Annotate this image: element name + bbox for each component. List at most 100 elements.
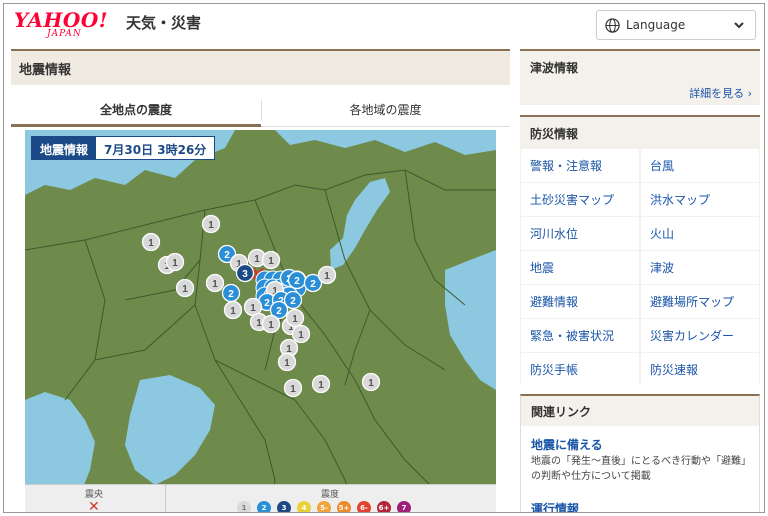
main-content: 地震情報 全地点の震度 各地域の震度 1 1 1 1 1 1 2 1 1 3 1…: [11, 49, 510, 513]
section-header: 地震情報: [11, 49, 510, 85]
bousai-link[interactable]: 警報・注意報: [521, 149, 639, 182]
marker-label: 1: [256, 318, 262, 329]
marker-label: 1: [212, 279, 218, 290]
intensity-scale-item: 1: [237, 501, 251, 512]
intensity-label: 震度: [321, 490, 340, 500]
marker-label: 1: [284, 358, 290, 369]
intensity-marker[interactable]: 1: [175, 278, 195, 298]
bousai-link[interactable]: 防災速報: [641, 353, 759, 386]
intensity-marker[interactable]: 2: [221, 283, 241, 303]
sidebar: 津波情報 詳細を見る › 防災情報 警報・注意報 台風 土砂災害マップ 洪水マップ 河川…: [520, 49, 760, 512]
epicenter-legend: 震央 ✕: [25, 485, 166, 513]
marker-label: 1: [254, 254, 260, 265]
marker-label: 3: [242, 269, 248, 280]
marker-label: 2: [264, 298, 270, 309]
marker-label: 1: [230, 306, 236, 317]
marker-label: 1: [250, 303, 256, 314]
intensity-marker[interactable]: 1: [261, 250, 281, 270]
yahoo-logo[interactable]: YAHOO! JAPAN: [14, 8, 126, 40]
link-prepare[interactable]: 地震に備える: [531, 436, 603, 453]
tsunami-detail-link[interactable]: 詳細を見る ›: [689, 85, 752, 101]
tab-bar: 全地点の震度 各地域の震度: [11, 95, 510, 127]
chevron-right-icon: ›: [747, 87, 752, 100]
intensity-marker[interactable]: 2: [287, 270, 307, 290]
intensity-scale-item: 2: [257, 501, 271, 512]
logo-sub: JAPAN: [47, 29, 82, 39]
intensity-scale-item: 6-: [357, 501, 371, 512]
intensity-scale-item: 5+: [337, 501, 351, 512]
tab-all-points[interactable]: 全地点の震度: [11, 95, 261, 127]
tsunami-box: 津波情報 詳細を見る ›: [520, 49, 760, 105]
earthquake-map[interactable]: 111111211312221222221111111111111 地震情報 7…: [25, 130, 496, 512]
intensity-marker[interactable]: 3: [235, 263, 255, 283]
chevron-down-icon: [734, 22, 744, 29]
bousai-link[interactable]: 避難場所マップ: [641, 285, 759, 318]
marker-label: 2: [276, 306, 282, 317]
intensity-marker[interactable]: 1: [165, 252, 185, 272]
epicenter-x-icon: ✕: [88, 499, 100, 513]
badge-label: 地震情報: [32, 137, 97, 159]
related-links-box: 関連リンク 地震に備える 地震の「発生～直後」にとるべき行動や「避難」の判断や仕…: [520, 394, 760, 512]
badge-time: 7月30日 3時26分: [104, 143, 207, 157]
info-badge: 地震情報 7月30日 3時26分: [31, 136, 216, 160]
marker-label: 1: [290, 384, 296, 395]
map-legend: 震央 ✕ 震度 1 2 3 4 5- 5+ 6- 6+ 7: [25, 484, 496, 513]
bousai-link[interactable]: 津波: [641, 251, 759, 284]
intensity-scale-item: 6+: [377, 501, 391, 512]
intensity-marker[interactable]: 1: [223, 300, 243, 320]
intensity-marker[interactable]: 1: [201, 214, 221, 234]
intensity-marker[interactable]: 1: [261, 314, 281, 334]
bousai-link[interactable]: 災害カレンダー: [641, 319, 759, 352]
bousai-title: 防災情報: [530, 127, 579, 141]
intensity-scale-item: 5-: [317, 501, 331, 512]
intensity-scale: 1 2 3 4 5- 5+ 6- 6+ 7: [237, 501, 411, 512]
bousai-link[interactable]: 防災手帳: [521, 353, 639, 386]
marker-label: 1: [268, 320, 274, 331]
bousai-box: 防災情報 警報・注意報 台風 土砂災害マップ 洪水マップ 河川水位 火山 地震 津波 避難情報避…: [520, 115, 760, 386]
intensity-marker[interactable]: 1: [283, 378, 303, 398]
intensity-marker[interactable]: 1: [317, 265, 337, 285]
bousai-link[interactable]: 地震: [521, 251, 639, 284]
tsunami-detail-label: 詳細を見る: [689, 87, 745, 100]
intensity-scale-item: 3: [277, 501, 291, 512]
intensity-marker[interactable]: 1: [277, 352, 297, 372]
links-title: 関連リンク: [521, 396, 759, 426]
bousai-link[interactable]: 避難情報: [521, 285, 639, 318]
bousai-link[interactable]: 土砂災害マップ: [521, 183, 639, 216]
marker-label: 1: [292, 314, 298, 325]
tab-regions[interactable]: 各地域の震度: [261, 95, 510, 127]
bousai-link[interactable]: 洪水マップ: [641, 183, 759, 216]
intensity-marker[interactable]: 1: [205, 273, 225, 293]
link-prepare-desc: 地震の「発生～直後」にとるべき行動や「避難」の判断や仕方について掲載: [531, 456, 751, 482]
marker-label: 1: [324, 271, 330, 282]
globe-icon: [605, 18, 620, 33]
intensity-marker[interactable]: 1: [141, 232, 161, 252]
page-title: 地震情報: [19, 63, 72, 78]
page-frame: YAHOO! JAPAN 天気・災害 Language 地震情報 全地点の震度 …: [3, 3, 765, 513]
bousai-link[interactable]: 河川水位: [521, 217, 639, 250]
intensity-scale-item: 4: [297, 501, 311, 512]
intensity-marker[interactable]: 1: [285, 308, 305, 328]
language-select[interactable]: Language: [596, 10, 756, 40]
marker-label: 2: [310, 279, 316, 290]
marker-label: 1: [208, 220, 214, 231]
marker-label: 1: [298, 330, 304, 341]
intensity-marker[interactable]: 1: [311, 374, 331, 394]
marker-label: 2: [290, 296, 296, 307]
language-label: Language: [626, 18, 686, 32]
bousai-link[interactable]: 火山: [641, 217, 759, 250]
tsunami-title: 津波情報: [530, 61, 579, 75]
map-svg: 111111211312221222221111111111111: [25, 130, 496, 512]
bousai-link[interactable]: 台風: [641, 149, 759, 182]
marker-label: 2: [294, 276, 300, 287]
bousai-link[interactable]: 緊急・被害状況: [521, 319, 639, 352]
intensity-marker[interactable]: 1: [291, 324, 311, 344]
marker-label: 1: [368, 378, 374, 389]
link-transit[interactable]: 運行情報: [531, 500, 579, 512]
marker-label: 2: [224, 250, 230, 261]
marker-label: 2: [228, 289, 234, 300]
marker-label: 1: [318, 380, 324, 391]
intensity-marker[interactable]: 1: [361, 372, 381, 392]
marker-label: 1: [268, 256, 274, 267]
site-name[interactable]: 天気・災害: [126, 12, 201, 33]
